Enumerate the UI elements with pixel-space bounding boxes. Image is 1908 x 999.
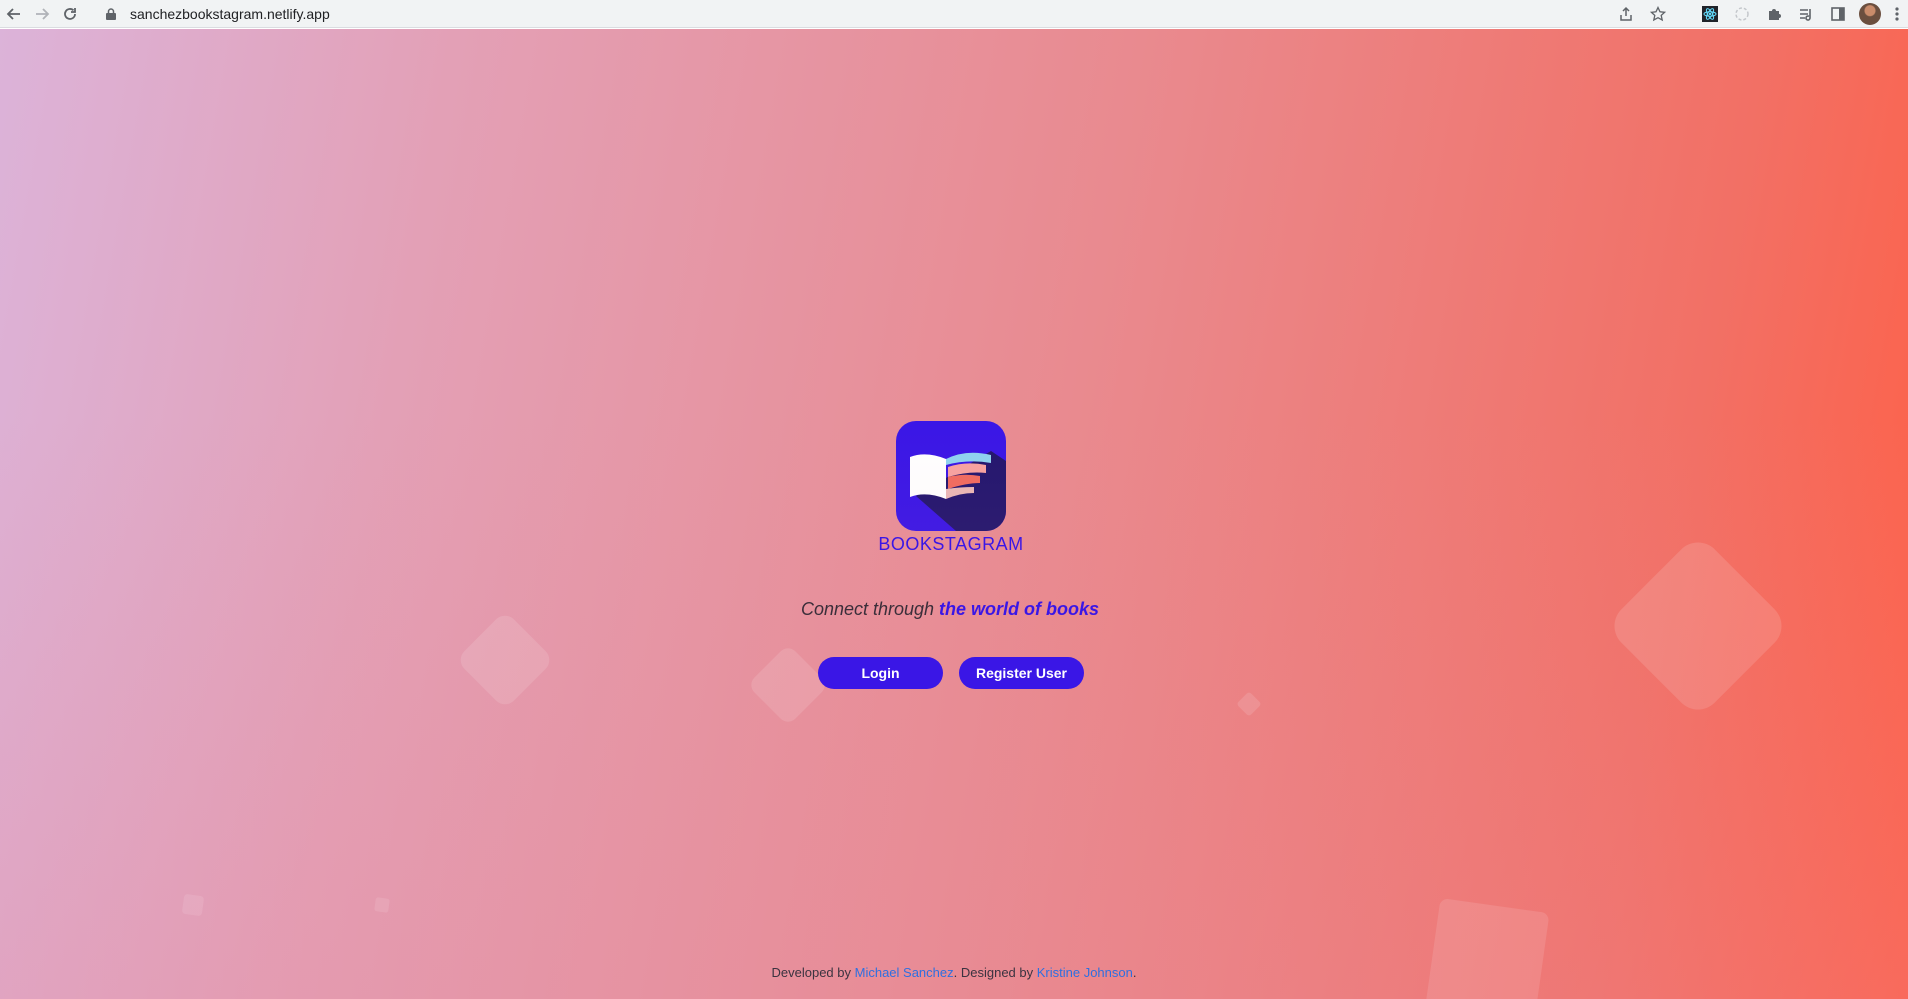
lock-icon [106, 7, 116, 20]
register-user-button[interactable]: Register User [959, 657, 1084, 689]
decorative-shape [1422, 897, 1550, 999]
url-text: sanchezbookstagram.netlify.app [130, 5, 330, 22]
footer: Developed by Michael Sanchez. Designed b… [0, 965, 1908, 980]
tagline-prefix: Connect through [800, 599, 940, 619]
reading-list-icon[interactable] [1790, 0, 1822, 28]
profile-button[interactable] [1854, 0, 1886, 28]
extension-icon[interactable] [1726, 0, 1758, 28]
book-logo-icon [896, 421, 1006, 531]
star-icon[interactable] [1642, 0, 1674, 28]
decorative-shape [746, 643, 830, 727]
menu-dots-icon[interactable] [1886, 0, 1908, 28]
decorative-shape [1604, 532, 1792, 720]
brand-title: BOOKSTAGRAM [878, 534, 1024, 554]
browser-toolbar: sanchezbookstagram.netlify.app [0, 0, 1908, 28]
footer-suffix: . [1132, 965, 1137, 980]
decorative-shape [374, 897, 390, 913]
decorative-shape [181, 893, 205, 917]
landing-page: BOOKSTAGRAM Connect through the world of… [0, 29, 1908, 999]
decorative-shape [1236, 691, 1262, 717]
avatar [1859, 3, 1881, 25]
reload-icon[interactable] [56, 0, 84, 28]
address-bar[interactable]: sanchezbookstagram.netlify.app [104, 0, 330, 28]
share-icon[interactable] [1610, 0, 1642, 28]
react-devtools-icon[interactable] [1694, 0, 1726, 28]
designer-link[interactable]: Kristine Johnson [1037, 965, 1133, 980]
side-panel-icon[interactable] [1822, 0, 1854, 28]
footer-dev-prefix: Developed by [771, 965, 855, 980]
decorative-shape [455, 610, 555, 710]
login-button[interactable]: Login [818, 657, 943, 689]
tagline: Connect through the world of books [650, 599, 1250, 620]
tagline-highlight: the world of books [939, 599, 1100, 619]
forward-arrow-icon[interactable] [28, 0, 56, 28]
back-arrow-icon[interactable] [0, 0, 28, 28]
footer-design-prefix: . Designed by [953, 965, 1037, 980]
developer-link[interactable]: Michael Sanchez [855, 965, 954, 980]
puzzle-icon[interactable] [1758, 0, 1790, 28]
